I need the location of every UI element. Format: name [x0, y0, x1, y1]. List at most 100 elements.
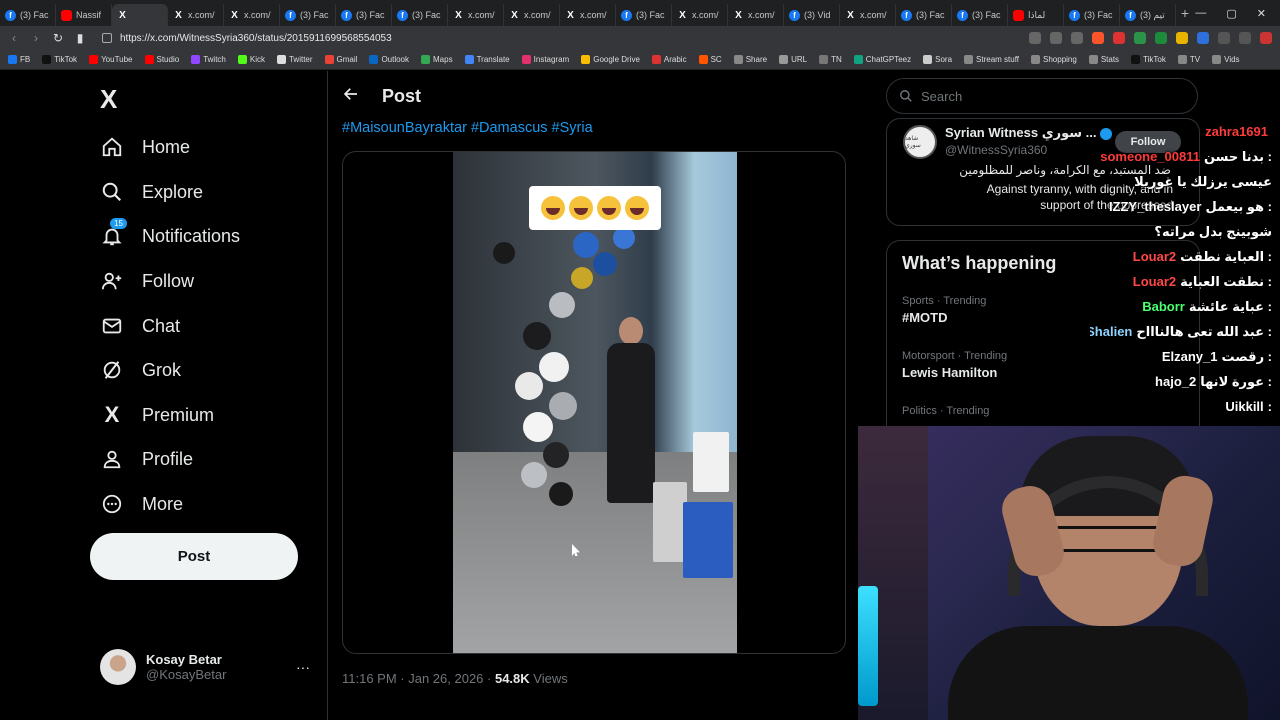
post-hashtags[interactable]: #MaisounBayraktar #Damascus #Syria — [342, 120, 593, 136]
url-field[interactable]: https://x.com/WitnessSyria360/status/201… — [96, 29, 976, 47]
bookmark-item[interactable]: ChatGPTeez — [853, 55, 911, 64]
bookmark-item[interactable]: Studio — [144, 55, 179, 64]
nav-grok[interactable]: Grok — [100, 355, 181, 385]
bookmark-item[interactable]: URL — [779, 55, 807, 64]
browser-tab[interactable]: f (3) Fac — [0, 4, 56, 26]
profile-icon[interactable] — [1260, 32, 1272, 44]
reload-icon[interactable]: ↻ — [52, 31, 64, 45]
site-info-icon[interactable] — [102, 33, 112, 43]
bookmark-item[interactable]: TN — [819, 55, 842, 64]
media-icon[interactable] — [1239, 32, 1251, 44]
bookmark-item[interactable]: TV — [1177, 55, 1200, 64]
bookmark-item[interactable]: FB — [8, 55, 30, 64]
browser-tab[interactable]: Xx.com/ — [168, 4, 224, 26]
bookmark-item[interactable]: Stream stuff — [964, 55, 1019, 64]
account-switcher[interactable]: Kosay Betar @KosayBetar ··· — [100, 646, 310, 688]
new-tab-button[interactable]: + — [1176, 5, 1194, 21]
bookmark-item[interactable]: Twitch — [191, 55, 226, 64]
bookmark-item[interactable]: Twitter — [276, 55, 313, 64]
nav-profile[interactable]: Profile — [100, 444, 193, 474]
author-avatar[interactable]: شاهد سوري — [903, 125, 937, 159]
x-logo[interactable]: X — [100, 84, 117, 115]
nav-notifications[interactable]: 15 Notifications — [100, 218, 240, 251]
bookmark-item[interactable]: Share — [733, 55, 767, 64]
chat-username[interactable]: IZZY_theslayer — [1109, 199, 1202, 214]
chat-username[interactable]: Shalien — [1090, 324, 1132, 339]
browser-tab[interactable]: f (3) Fac — [336, 4, 392, 26]
browser-tab[interactable]: f (3) Fac — [616, 4, 672, 26]
nav-follow[interactable]: Follow — [100, 266, 194, 296]
browser-tab[interactable]: Xx.com/ — [448, 4, 504, 26]
bookmark-item[interactable]: SC — [698, 55, 722, 64]
brave-icon[interactable] — [1092, 32, 1104, 44]
bookmark-item[interactable]: Gmail — [324, 55, 357, 64]
bookmark-item[interactable]: Sora — [923, 55, 952, 64]
bookmark-item[interactable]: Stats — [1088, 55, 1119, 64]
author-name[interactable]: Syrian Witness سوري ... — [945, 125, 1112, 141]
browser-tab[interactable]: f (3) Fac — [392, 4, 448, 26]
nav-more[interactable]: More — [100, 489, 183, 519]
browser-tab[interactable]: Xx.com/ — [224, 4, 280, 26]
bookmark-item[interactable]: Maps — [421, 55, 453, 64]
browser-tab[interactable]: f (3) Fac — [1064, 4, 1120, 26]
bookmark-item[interactable]: Google Drive — [581, 55, 640, 64]
back-icon[interactable]: ‹ — [8, 31, 20, 45]
extension-icon[interactable] — [1134, 32, 1146, 44]
chat-username[interactable]: hajo_2 — [1155, 374, 1196, 389]
video-player[interactable] — [453, 152, 737, 653]
more-horizontal-icon[interactable]: ··· — [296, 659, 310, 675]
bookmark-item[interactable]: Arabic — [651, 55, 687, 64]
cast-icon[interactable] — [1050, 32, 1062, 44]
chat-username[interactable]: someone_00811 — [1100, 149, 1200, 164]
bookmark-item[interactable]: TikTok — [1131, 55, 1166, 64]
chat-username[interactable]: Louar2 — [1133, 274, 1176, 289]
browser-tab[interactable]: f (3) Fac — [280, 4, 336, 26]
browser-tab[interactable]: f (3) تيم — [1120, 4, 1176, 26]
post-button[interactable]: Post — [90, 533, 298, 580]
bookmark-icon[interactable]: ▮ — [74, 31, 86, 45]
chat-username[interactable]: zahra1691 — [1205, 124, 1268, 139]
bookmark-item[interactable]: YouTube — [89, 55, 133, 64]
chat-username[interactable]: Louar2 — [1133, 249, 1176, 264]
close-icon[interactable]: ✕ — [1257, 7, 1266, 20]
extension-icon[interactable] — [1197, 32, 1209, 44]
bookmark-item[interactable]: Kick — [237, 55, 265, 64]
trend-item[interactable]: Motorsport · Trending Lewis Hamilton — [902, 350, 1007, 380]
minimize-icon[interactable]: — — [1195, 7, 1206, 20]
browser-tab[interactable]: Xx.com/ — [728, 4, 784, 26]
browser-tab[interactable]: f (3) Vid — [784, 4, 840, 26]
extension-icon[interactable] — [1113, 32, 1125, 44]
share-icon[interactable] — [1071, 32, 1083, 44]
trend-item[interactable]: Sports · Trending #MOTD — [902, 295, 986, 325]
zoom-icon[interactable] — [1029, 32, 1041, 44]
trend-item[interactable]: Politics · Trending — [902, 405, 989, 420]
forward-icon[interactable]: › — [30, 31, 42, 45]
browser-tab[interactable]: X — [112, 4, 168, 26]
browser-tab[interactable]: لماذا — [1008, 4, 1064, 26]
maximize-icon[interactable]: ▢ — [1226, 7, 1236, 20]
search-field[interactable]: Search — [886, 78, 1198, 114]
bookmark-item[interactable]: Shopping — [1031, 55, 1077, 64]
chat-username[interactable]: Baborr — [1142, 299, 1185, 314]
nav-premium[interactable]: X Premium — [100, 400, 214, 430]
extension-icon[interactable] — [1155, 32, 1167, 44]
author-handle[interactable]: @WitnessSyria360 — [945, 143, 1047, 157]
extensions-icon[interactable] — [1218, 32, 1230, 44]
bookmark-item[interactable]: Outlook — [369, 55, 409, 64]
nav-home[interactable]: Home — [100, 132, 190, 162]
bookmark-item[interactable]: Instagram — [521, 55, 569, 64]
chat-username[interactable]: Uikkill — [1225, 399, 1263, 414]
bookmark-item[interactable]: TikTok — [42, 55, 77, 64]
post-timestamp[interactable]: 11:16 PM · Jan 26, 2026 · — [342, 671, 495, 686]
extension-icon[interactable] — [1176, 32, 1188, 44]
browser-tab[interactable]: Nassif — [56, 4, 112, 26]
bookmark-item[interactable]: Vids — [1212, 55, 1240, 64]
browser-tab[interactable]: Xx.com/ — [672, 4, 728, 26]
nav-explore[interactable]: Explore — [100, 177, 203, 207]
nav-chat[interactable]: Chat — [100, 311, 180, 341]
browser-tab[interactable]: Xx.com/ — [560, 4, 616, 26]
back-arrow-icon[interactable] — [342, 85, 360, 108]
browser-tab[interactable]: Xx.com/ — [504, 4, 560, 26]
browser-tab[interactable]: f (3) Fac — [952, 4, 1008, 26]
chat-username[interactable]: Elzany_1 — [1162, 349, 1218, 364]
